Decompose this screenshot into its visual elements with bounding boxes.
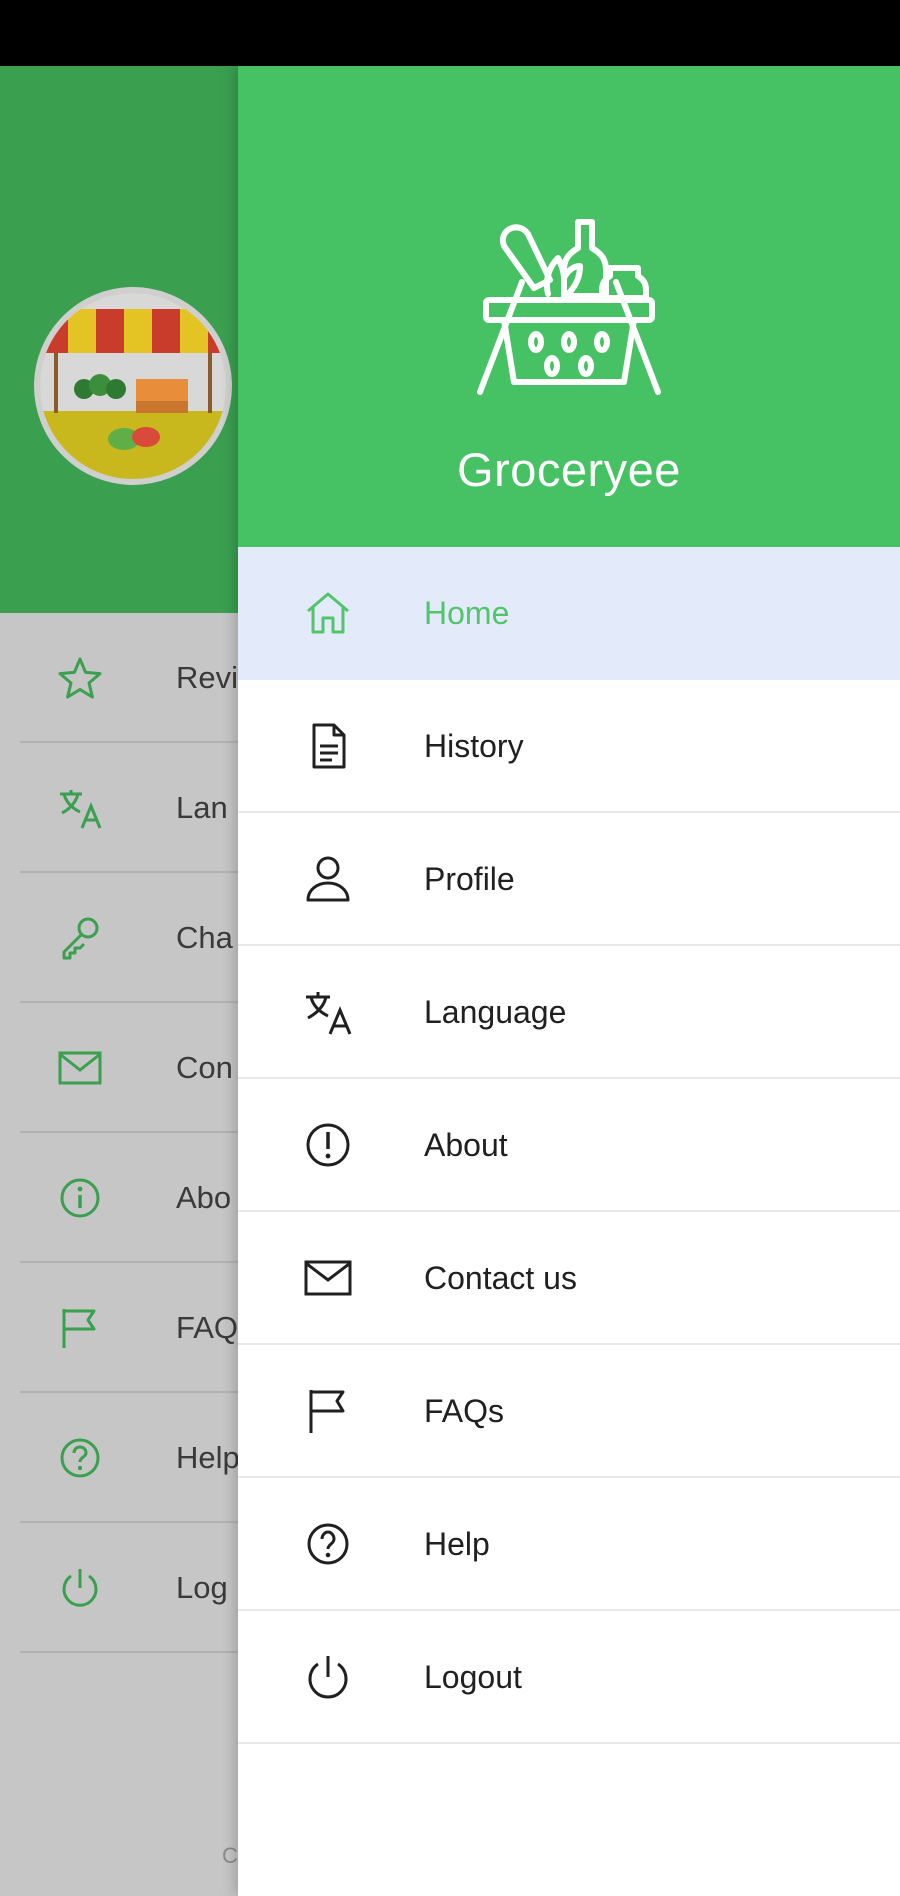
drawer-item-label: Language	[424, 994, 567, 1030]
drawer-item-history[interactable]: History	[238, 680, 900, 813]
drawer-item-label: History	[424, 728, 524, 764]
drawer-item-home[interactable]: Home	[238, 547, 900, 680]
document-icon	[312, 723, 346, 769]
drawer-item-label: Home	[424, 595, 510, 631]
drawer-item-help[interactable]: Help	[238, 1478, 900, 1611]
drawer-item-contact-us[interactable]: Contact us	[238, 1212, 900, 1345]
drawer-item-language[interactable]: Language	[238, 946, 900, 1079]
home-icon	[307, 592, 349, 634]
bg-list-item-label: Con	[176, 1050, 233, 1085]
drawer-item-faqs[interactable]: FAQs	[238, 1345, 900, 1478]
help-icon	[60, 1438, 100, 1478]
key-icon	[62, 917, 99, 960]
translate-icon	[60, 790, 102, 829]
mail-icon	[58, 1051, 102, 1085]
drawer-item-label: FAQs	[424, 1393, 505, 1429]
drawer-item-logout[interactable]: Logout	[238, 1611, 900, 1744]
info-icon	[60, 1178, 100, 1218]
drawer-item-label: Help	[424, 1526, 490, 1562]
power-icon	[308, 1656, 348, 1699]
status-bar	[0, 0, 900, 66]
flag-icon	[309, 1390, 345, 1433]
drawer-item-label: Contact us	[424, 1260, 577, 1296]
drawer-item-about[interactable]: About	[238, 1079, 900, 1212]
grocery-basket-icon	[477, 219, 661, 395]
bg-list-item-label: Revi	[176, 660, 239, 695]
bg-list-item-label: Lan	[176, 790, 228, 825]
translate-icon	[306, 992, 352, 1035]
star-icon	[58, 657, 102, 699]
market-stall-icon	[34, 287, 232, 485]
bg-list-item-label: Cha	[176, 920, 233, 955]
drawer-app-title: Groceryee	[457, 443, 681, 496]
bg-list-item-label: Abo	[176, 1180, 232, 1215]
flag-icon	[62, 1309, 96, 1348]
person-icon	[306, 856, 350, 902]
help-icon	[307, 1523, 349, 1565]
bg-list-item-label: Log	[176, 1570, 228, 1605]
power-icon	[62, 1569, 98, 1607]
info-icon	[306, 1123, 350, 1167]
mail-icon	[304, 1260, 352, 1296]
drawer-item-label: Profile	[424, 861, 515, 897]
bg-list-item-label: FAQ	[176, 1310, 239, 1345]
drawer-header: Groceryee	[238, 66, 900, 547]
bg-footer-text: C	[222, 1843, 238, 1868]
bg-list-item-label: Help	[176, 1440, 240, 1475]
drawer-item-profile[interactable]: Profile	[238, 813, 900, 946]
navigation-drawer: Groceryee Home History Profile Language …	[238, 66, 900, 1896]
drawer-item-label: Logout	[424, 1659, 522, 1695]
drawer-item-label: About	[424, 1127, 508, 1163]
